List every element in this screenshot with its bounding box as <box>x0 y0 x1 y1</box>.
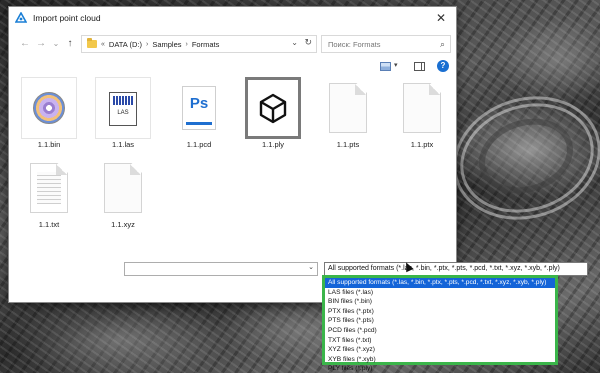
file-name: 1.1.las <box>111 140 135 149</box>
filter-option-ptx[interactable]: PTX files (*.ptx) <box>325 307 555 317</box>
file-item[interactable]: 1.1.txt <box>17 157 81 235</box>
change-view-icon[interactable] <box>380 62 391 71</box>
breadcrumb-formats[interactable]: Formats <box>192 40 220 49</box>
title-bar[interactable]: Import point cloud ✕ <box>9 7 456 29</box>
search-box[interactable]: ⌕ <box>321 35 451 53</box>
filter-option-xyz[interactable]: XYZ files (*.xyz) <box>325 345 555 355</box>
file-item[interactable]: 1.1.ply <box>241 77 305 155</box>
folder-icon <box>87 38 97 48</box>
file-type-filter-combobox[interactable]: All supported formats (*.las, *.bin, *.p… <box>324 262 588 276</box>
cube-icon <box>245 77 301 139</box>
filter-option-pcd[interactable]: PCD files (*.pcd) <box>325 326 555 336</box>
recent-locations-chevron-icon[interactable]: ⌄ <box>50 37 62 51</box>
address-history-chevron-icon[interactable]: ⌄ <box>291 38 298 47</box>
file-item[interactable]: 1.1.bin <box>17 77 81 155</box>
breadcrumb-drive[interactable]: DATA (D:) <box>109 40 142 49</box>
close-button[interactable]: ✕ <box>434 11 448 25</box>
chevron-down-icon[interactable]: ⌄ <box>308 263 314 271</box>
help-icon[interactable]: ? <box>437 60 449 72</box>
address-bar[interactable]: « DATA (D:) › Samples › Formats ⌄ ↻ <box>81 35 317 53</box>
breadcrumb-separator[interactable]: › <box>146 41 148 48</box>
text-document-icon <box>21 157 77 219</box>
breadcrumb-samples[interactable]: Samples <box>152 40 181 49</box>
filter-option-txt[interactable]: TXT files (*.txt) <box>325 336 555 346</box>
import-point-cloud-dialog: Import point cloud ✕ ← → ⌄ ↑ « DATA (D:)… <box>8 6 457 303</box>
blank-document-icon <box>95 157 151 219</box>
app-logo-icon <box>15 12 27 23</box>
window-title: Import point cloud <box>33 13 101 23</box>
file-item[interactable]: LAS 1.1.las <box>91 77 155 155</box>
view-options-dropdown-icon[interactable]: ▾ <box>394 61 398 69</box>
file-name: 1.1.txt <box>38 220 60 229</box>
file-type-dropdown-list: All supported formats (*.las, *.bin, *.p… <box>322 275 558 372</box>
blank-document-icon <box>320 77 376 139</box>
filter-option-las[interactable]: LAS files (*.las) <box>325 288 555 298</box>
back-arrow-icon[interactable]: ← <box>19 37 31 51</box>
filter-option-pts[interactable]: PTS files (*.pts) <box>325 316 555 326</box>
disc-icon <box>21 77 77 139</box>
forward-arrow-icon[interactable]: → <box>35 37 47 51</box>
file-item[interactable]: Ps 1.1.pcd <box>167 77 231 155</box>
file-name: 1.1.ply <box>261 140 285 149</box>
search-icon[interactable]: ⌕ <box>440 39 445 50</box>
file-name: 1.1.xyz <box>111 220 135 229</box>
file-item[interactable]: 1.1.pts <box>316 77 380 155</box>
navigation-bar: ← → ⌄ ↑ « DATA (D:) › Samples › Formats … <box>9 33 456 55</box>
breadcrumb-separator[interactable]: › <box>186 41 188 48</box>
file-item[interactable]: 1.1.xyz <box>91 157 155 235</box>
photoshop-icon: Ps <box>171 77 227 139</box>
blank-document-icon <box>394 77 450 139</box>
filter-option-all-supported[interactable]: All supported formats (*.las, *.bin, *.p… <box>325 278 555 288</box>
refresh-icon[interactable]: ↻ <box>304 37 312 48</box>
filter-option-ply[interactable]: PLY files (*.ply) <box>325 364 555 373</box>
filter-option-xyb[interactable]: XYB files (*.xyb) <box>325 355 555 365</box>
photoshop-icon-label: Ps <box>186 93 212 115</box>
up-folder-arrow-icon[interactable]: ↑ <box>64 37 76 51</box>
breadcrumb-overflow[interactable]: « <box>101 41 105 48</box>
file-name: 1.1.pcd <box>186 140 212 149</box>
las-icon-label: LAS <box>117 110 129 116</box>
toolbar: ▾ ? <box>9 59 456 75</box>
search-input[interactable] <box>328 39 436 49</box>
preview-pane-icon[interactable] <box>414 62 425 71</box>
file-name: 1.1.ptx <box>410 140 434 149</box>
file-name: 1.1.bin <box>37 140 61 149</box>
file-name: 1.1.pts <box>336 140 360 149</box>
filter-option-bin[interactable]: BIN files (*.bin) <box>325 297 555 307</box>
file-item[interactable]: 1.1.ptx <box>390 77 454 155</box>
file-list: 1.1.bin LAS 1.1.las Ps 1.1.pcd 1.1.ply 1… <box>9 77 456 257</box>
file-name-combobox[interactable]: ⌄ <box>124 262 318 276</box>
las-icon: LAS <box>95 77 151 139</box>
